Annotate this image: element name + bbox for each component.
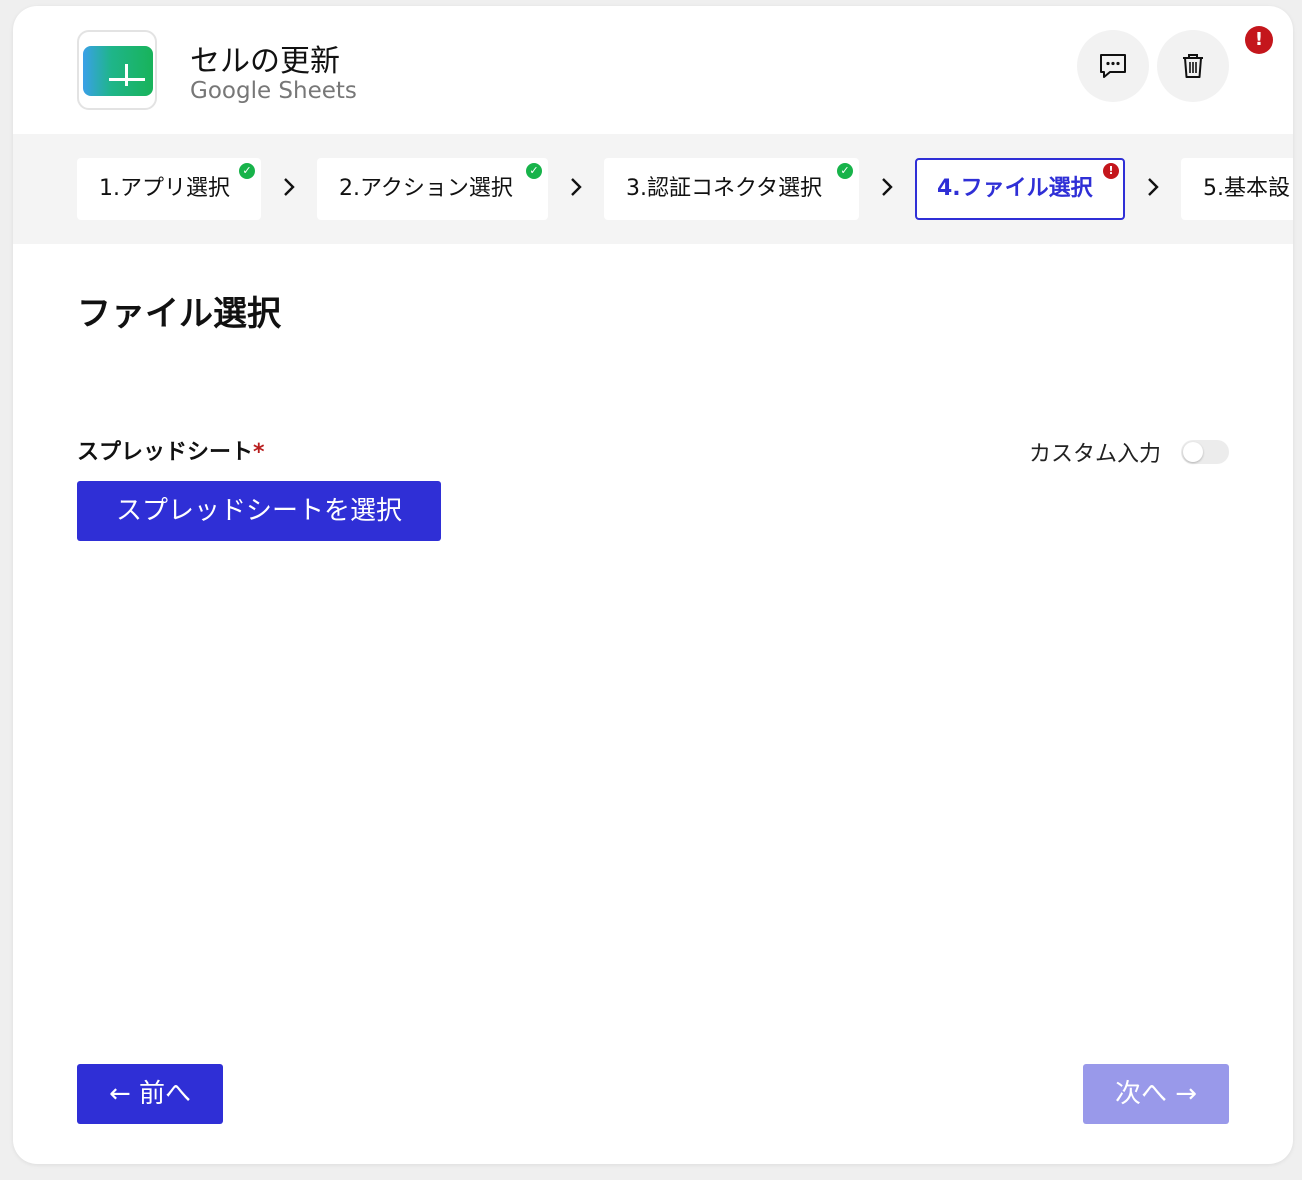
step-label: 4.ファイル選択 <box>937 176 1093 201</box>
prev-button[interactable]: ← 前へ <box>77 1064 223 1124</box>
step-app-select[interactable]: 1.アプリ選択 ✓ <box>77 158 261 220</box>
select-spreadsheet-button[interactable]: スプレッドシートを選択 <box>77 481 441 541</box>
next-button[interactable]: 次へ → <box>1083 1064 1229 1124</box>
comment-icon <box>1100 54 1126 78</box>
section-title: ファイル選択 <box>77 294 281 334</box>
trash-icon <box>1183 54 1203 78</box>
custom-input-label: カスタム入力 <box>1029 442 1162 467</box>
page-heading: セルの更新 <box>190 44 340 79</box>
step-label: 3.認証コネクタ選択 <box>626 176 823 201</box>
check-icon: ✓ <box>837 163 853 179</box>
chevron-right-icon <box>284 178 295 196</box>
check-icon: ✓ <box>239 163 255 179</box>
alert-icon: ! <box>1245 26 1273 54</box>
toggle-knob <box>1183 442 1203 462</box>
step-file-select[interactable]: 4.ファイル選択 ! <box>915 158 1125 220</box>
step-label: 5.基本設 <box>1203 176 1290 201</box>
comment-button[interactable] <box>1077 30 1149 102</box>
field-label-text: スプレッドシート <box>77 440 254 465</box>
required-mark: * <box>253 440 265 465</box>
google-sheets-icon <box>77 30 157 110</box>
step-action-select[interactable]: 2.アクション選択 ✓ <box>317 158 548 220</box>
check-icon: ✓ <box>526 163 542 179</box>
header: セルの更新 Google Sheets ! <box>13 6 1293 134</box>
chevron-right-icon <box>882 178 893 196</box>
step-connector-select[interactable]: 3.認証コネクタ選択 ✓ <box>604 158 859 220</box>
error-icon: ! <box>1103 163 1119 179</box>
step-label: 2.アクション選択 <box>339 176 513 201</box>
delete-button[interactable] <box>1157 30 1229 102</box>
step-label: 1.アプリ選択 <box>99 176 230 201</box>
chevron-right-icon <box>571 178 582 196</box>
dialog-card: セルの更新 Google Sheets ! 1.アプリ選択 ✓ 2.アクション選… <box>13 6 1293 1164</box>
chevron-right-icon <box>1148 178 1159 196</box>
app-name: Google Sheets <box>190 78 357 104</box>
stepper: 1.アプリ選択 ✓ 2.アクション選択 ✓ 3.認証コネクタ選択 ✓ 4.ファイ… <box>13 134 1293 244</box>
spreadsheet-field-label: スプレッドシート* <box>77 434 265 466</box>
step-basic-settings[interactable]: 5.基本設 <box>1181 158 1293 220</box>
custom-input-toggle[interactable] <box>1181 440 1229 464</box>
